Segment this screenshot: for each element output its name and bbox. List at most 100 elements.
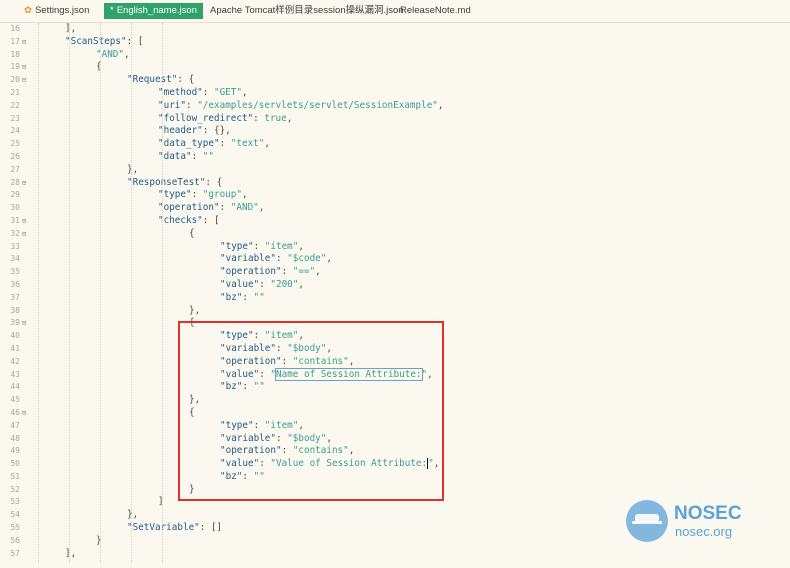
code-token: ], [65,23,77,34]
code-line[interactable]: 29 "type": "group", [0,189,790,202]
line-number: 28 [10,177,20,187]
code-token: : { [177,74,195,86]
code-line[interactable]: 57], [0,548,790,561]
code-token: "$code" [287,253,327,265]
line-number: 54 [10,510,20,520]
line-number: 55 [10,523,20,533]
code-token: : [186,99,198,111]
code-line[interactable]: 32 ⊟ { [0,228,790,241]
line-number: 41 [10,343,20,353]
line-number: 16 [10,24,20,33]
code-text: }, [127,164,138,177]
code-line[interactable]: 35 "operation": "==", [0,266,790,279]
code-token: "SetVariable" [127,522,200,534]
line-number: 44 [10,382,20,392]
line-number: 18 [10,49,20,59]
fold-toggle-icon[interactable]: ⊟ [22,36,26,49]
code-line[interactable]: 20 ⊟ "Request": { [0,74,790,87]
line-number: 20 [10,75,20,85]
line-number: 34 [10,254,20,264]
code-token: "method" [158,86,203,98]
watermark-url: nosec.org [675,524,733,539]
code-text: "operation": "AND", [158,202,264,215]
code-text: "variable": "$code", [220,253,332,266]
code-line[interactable]: 18 "AND", [0,49,790,62]
code-token: "AND" [230,202,259,214]
code-line[interactable]: 31 ⊟ "checks": [ [0,215,790,228]
code-token: : [ [202,214,220,226]
tab-apache-tomcat-json[interactable]: Apache Tomcat样例目录session操纵漏洞.json [210,3,404,19]
code-line[interactable]: 27}, [0,164,790,177]
gear-icon: ✿ [24,5,32,16]
code-token: "/examples/servlets/servlet/SessionExamp… [197,99,438,111]
indent-guide [162,23,163,563]
code-text: "SetVariable": [] [127,522,222,535]
indent-guide [38,23,39,563]
fold-toggle-icon[interactable]: ⊟ [22,74,26,87]
line-number: 27 [10,164,20,174]
code-text: "bz": "" [220,292,265,305]
line-number: 23 [10,113,20,123]
code-line[interactable]: 17 ⊟ "ScanSteps": [ [0,36,790,49]
line-number: 19 [10,62,20,72]
code-text: { [189,228,195,241]
tab-releasenote-md[interactable]: ReleaseNote.md [400,3,471,19]
tab-settings-json[interactable]: ✿ Settings.json [24,3,89,19]
code-line[interactable]: 25 "data_type": "text", [0,138,790,151]
line-number: 22 [10,100,20,110]
code-line[interactable]: 33 "type": "item", [0,241,790,254]
line-number: 51 [10,471,20,481]
line-number: 33 [10,241,20,251]
code-token: "header" [158,125,203,137]
code-text: ], [65,548,76,561]
code-token: "data" [158,150,192,162]
code-text: "header": {}, [158,125,231,138]
code-line[interactable]: 24 "header": {}, [0,125,790,138]
code-token: "operation" [158,202,220,214]
code-token: "checks" [158,214,203,226]
fold-toggle-icon[interactable]: ⊟ [22,228,26,241]
fold-toggle-icon[interactable]: ⊟ [22,177,26,190]
code-line[interactable]: 30 "operation": "AND", [0,202,790,215]
nosec-watermark: NOSEC nosec.org [626,500,776,546]
indent-guide [100,23,101,563]
code-line[interactable]: 34 "variable": "$code", [0,253,790,266]
code-line[interactable]: 21 "method": "GET", [0,87,790,100]
indent-guide [69,23,70,563]
code-line[interactable]: 38}, [0,305,790,318]
code-token: : [] [199,522,223,534]
code-line[interactable]: 19 ⊟{ [0,61,790,74]
code-token: , [286,112,293,124]
tab-bar: ✿ Settings.json * English_name.json Apache… [0,0,790,23]
line-number: 47 [10,420,20,430]
code-line[interactable]: 36 "value": "200", [0,279,790,292]
line-number: 25 [10,139,20,149]
code-line[interactable]: 23 "follow_redirect": true, [0,113,790,126]
fold-toggle-icon[interactable]: ⊟ [22,61,26,74]
code-token: : [219,138,231,150]
line-number: 35 [10,267,20,277]
tab-english-name-json[interactable]: * English_name.json [104,3,203,19]
fold-toggle-icon[interactable]: ⊟ [22,317,26,330]
code-text: "uri": "/examples/servlets/servlet/Sessi… [158,100,444,113]
highlight-box [178,321,444,501]
code-line[interactable]: 16], [0,23,790,36]
code-line[interactable]: 26 "data": "" [0,151,790,164]
fold-toggle-icon[interactable]: ⊟ [22,215,26,228]
code-line[interactable]: 37 "bz": "" [0,292,790,305]
code-text: "data": "" [158,151,214,164]
code-token: "item" [264,240,299,252]
line-number: 21 [10,87,20,97]
code-token: }, [189,304,201,316]
code-token: "variable" [220,253,276,265]
code-line[interactable]: 22 "uri": "/examples/servlets/servlet/Ses… [0,100,790,113]
code-text: "Request": { [127,74,194,87]
code-token: "Request" [127,74,178,86]
line-number: 36 [10,279,20,289]
fold-toggle-icon[interactable]: ⊟ [22,407,26,420]
code-token: : [253,112,265,124]
line-number: 52 [10,484,20,494]
code-token: "type" [220,240,254,252]
line-number: 56 [10,535,20,545]
code-line[interactable]: 28 ⊟ "ResponseTest": { [0,177,790,190]
